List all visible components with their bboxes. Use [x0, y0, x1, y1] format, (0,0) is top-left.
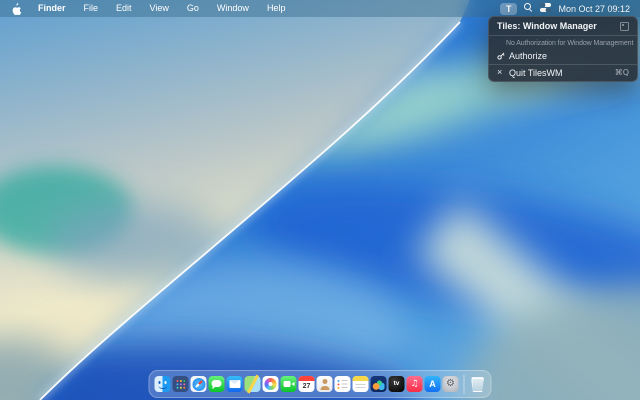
- dock-item-notes[interactable]: [352, 376, 369, 392]
- tiles-menu-header: Tiles: Window Manager: [489, 19, 637, 33]
- dock-item-safari[interactable]: [190, 376, 207, 392]
- quit-shortcut: ⌘Q: [614, 68, 629, 77]
- dock-item-reminders[interactable]: [334, 376, 351, 392]
- menu-bar: Finder File Edit View Go Window Help T M…: [0, 0, 640, 17]
- dock-item-freeform[interactable]: [370, 376, 387, 392]
- key-icon: [497, 52, 509, 60]
- dock-item-launchpad[interactable]: [172, 376, 189, 392]
- menu-item-quit[interactable]: × Quit TilesWM ⌘Q: [489, 66, 637, 79]
- dock-item-calendar[interactable]: 27: [298, 376, 315, 392]
- tiles-menu-title: Tiles: Window Manager: [497, 21, 597, 31]
- dock-item-mail[interactable]: [226, 376, 243, 392]
- menubar-item-edit[interactable]: Edit: [107, 0, 141, 17]
- menu-item-authorize[interactable]: Authorize: [489, 49, 637, 62]
- menubar-item-view[interactable]: View: [141, 0, 178, 17]
- menubar-item-file[interactable]: File: [75, 0, 108, 17]
- quit-label: Quit TilesWM: [509, 67, 563, 78]
- menubar-clock[interactable]: Mon Oct 27 09:12: [558, 4, 630, 14]
- calendar-day: 27: [302, 382, 311, 390]
- control-center-icon: [540, 3, 552, 12]
- menu-divider: [489, 63, 637, 65]
- dock-item-system-settings[interactable]: ⚙: [442, 376, 459, 392]
- apple-menu[interactable]: [10, 2, 29, 15]
- dock-item-messages[interactable]: [208, 376, 225, 392]
- tiles-menubar-item[interactable]: T: [499, 2, 518, 15]
- tv-logo: tv: [393, 379, 400, 387]
- dock-item-photos[interactable]: [262, 376, 279, 392]
- dock-item-maps[interactable]: [244, 376, 261, 392]
- search-icon: [524, 3, 533, 12]
- dock: 27 tv ♫ A ⚙: [148, 370, 492, 398]
- desktop: Finder File Edit View Go Window Help T M…: [0, 0, 640, 400]
- dock-item-contacts[interactable]: [316, 376, 333, 392]
- music-note-icon: ♫: [410, 378, 419, 389]
- menu-divider: [489, 34, 637, 36]
- spotlight-button[interactable]: [524, 3, 533, 14]
- authorize-label: Authorize: [509, 50, 548, 61]
- window-icon: [620, 21, 629, 31]
- close-icon: ×: [497, 67, 503, 77]
- menubar-item-finder[interactable]: Finder: [29, 0, 75, 17]
- menu-item-no-authorization: No Authorization for Window Management: [506, 39, 634, 47]
- app-store-glyph: A: [429, 378, 436, 389]
- apple-icon: [12, 2, 22, 15]
- menubar-item-go[interactable]: Go: [178, 0, 208, 17]
- menubar-status-area: T Mon Oct 27 09:12: [499, 2, 630, 15]
- dock-item-finder[interactable]: [154, 376, 171, 392]
- gear-icon: ⚙: [446, 378, 455, 389]
- dock-separator: [463, 374, 465, 394]
- dock-item-music[interactable]: ♫: [406, 376, 423, 392]
- control-center-button[interactable]: [540, 3, 552, 14]
- dock-item-trash[interactable]: [470, 376, 486, 392]
- menubar-item-window[interactable]: Window: [208, 0, 258, 17]
- dock-item-facetime[interactable]: [280, 376, 297, 392]
- dock-item-tv[interactable]: tv: [388, 376, 405, 392]
- dock-item-app-store[interactable]: A: [424, 376, 441, 392]
- menubar-item-help[interactable]: Help: [258, 0, 295, 17]
- tiles-menu-panel: Tiles: Window Manager No Authorization f…: [488, 16, 638, 82]
- trash-icon: [471, 378, 484, 392]
